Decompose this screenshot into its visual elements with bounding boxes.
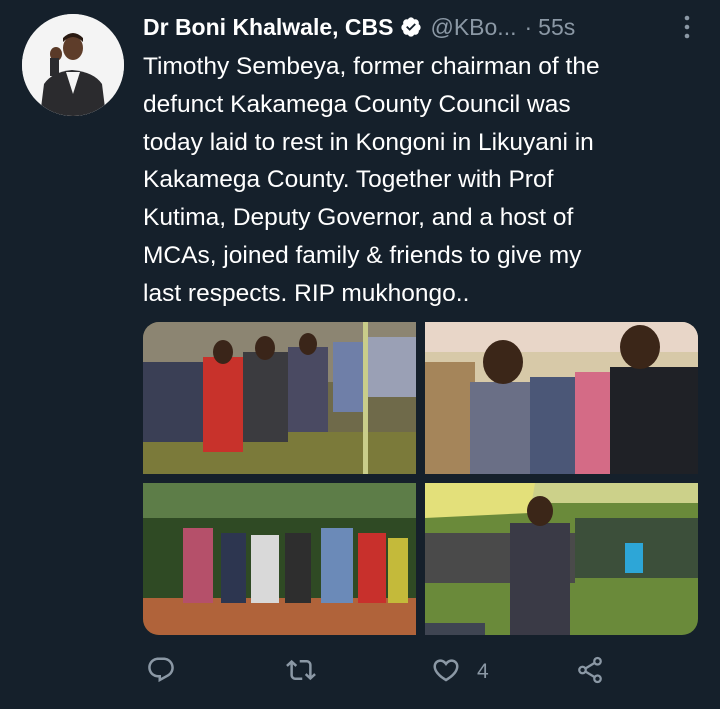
tweet-text-line: Kutima, Deputy Governor, and a host of xyxy=(143,204,574,232)
retweet-button[interactable] xyxy=(286,650,316,694)
like-count: 4 xyxy=(477,660,489,683)
heart-icon xyxy=(431,655,461,690)
photo-mourners-seated[interactable] xyxy=(143,322,416,474)
tweet-text-line: today laid to rest in Kongoni in Likuyan… xyxy=(143,128,594,156)
tweet-text-line: Kakamega County. Together with Prof xyxy=(143,166,554,194)
retweet-icon xyxy=(286,655,316,690)
reply-icon xyxy=(146,655,176,690)
author-name[interactable]: Dr Boni Khalwale, CBS xyxy=(143,14,393,41)
tweet-text-line: Timothy Sembeya, former chairman of the xyxy=(143,53,600,80)
tweet-header: Dr Boni Khalwale, CBS @KBo... · 55s xyxy=(143,10,703,44)
avatar[interactable] xyxy=(22,14,124,116)
photo-handshake[interactable] xyxy=(425,322,698,474)
tweet-text-line: defunct Kakamega County Council was xyxy=(143,90,571,118)
like-button[interactable]: 4 xyxy=(431,650,489,694)
more-options-icon[interactable] xyxy=(682,14,692,40)
share-button[interactable] xyxy=(575,650,605,694)
tweet-actions: 4 xyxy=(143,650,663,694)
verified-badge-icon xyxy=(400,16,422,38)
tweet-text-line: last respects. RIP mukhongo.. xyxy=(143,279,470,307)
photo-speaker[interactable] xyxy=(425,483,698,635)
tweet-text-line: MCAs, joined family & friends to give my xyxy=(143,241,582,269)
timestamp[interactable]: 55s xyxy=(538,14,575,41)
share-icon xyxy=(575,655,605,690)
reply-button[interactable] xyxy=(146,650,176,694)
separator-dot: · xyxy=(524,13,533,40)
author-handle[interactable]: @KBo... xyxy=(430,14,516,41)
photo-procession[interactable] xyxy=(143,483,416,635)
tweet-text: Timothy Sembeya, former chairman of the … xyxy=(143,48,703,313)
tweet[interactable]: Dr Boni Khalwale, CBS @KBo... · 55s Timo… xyxy=(0,0,720,709)
